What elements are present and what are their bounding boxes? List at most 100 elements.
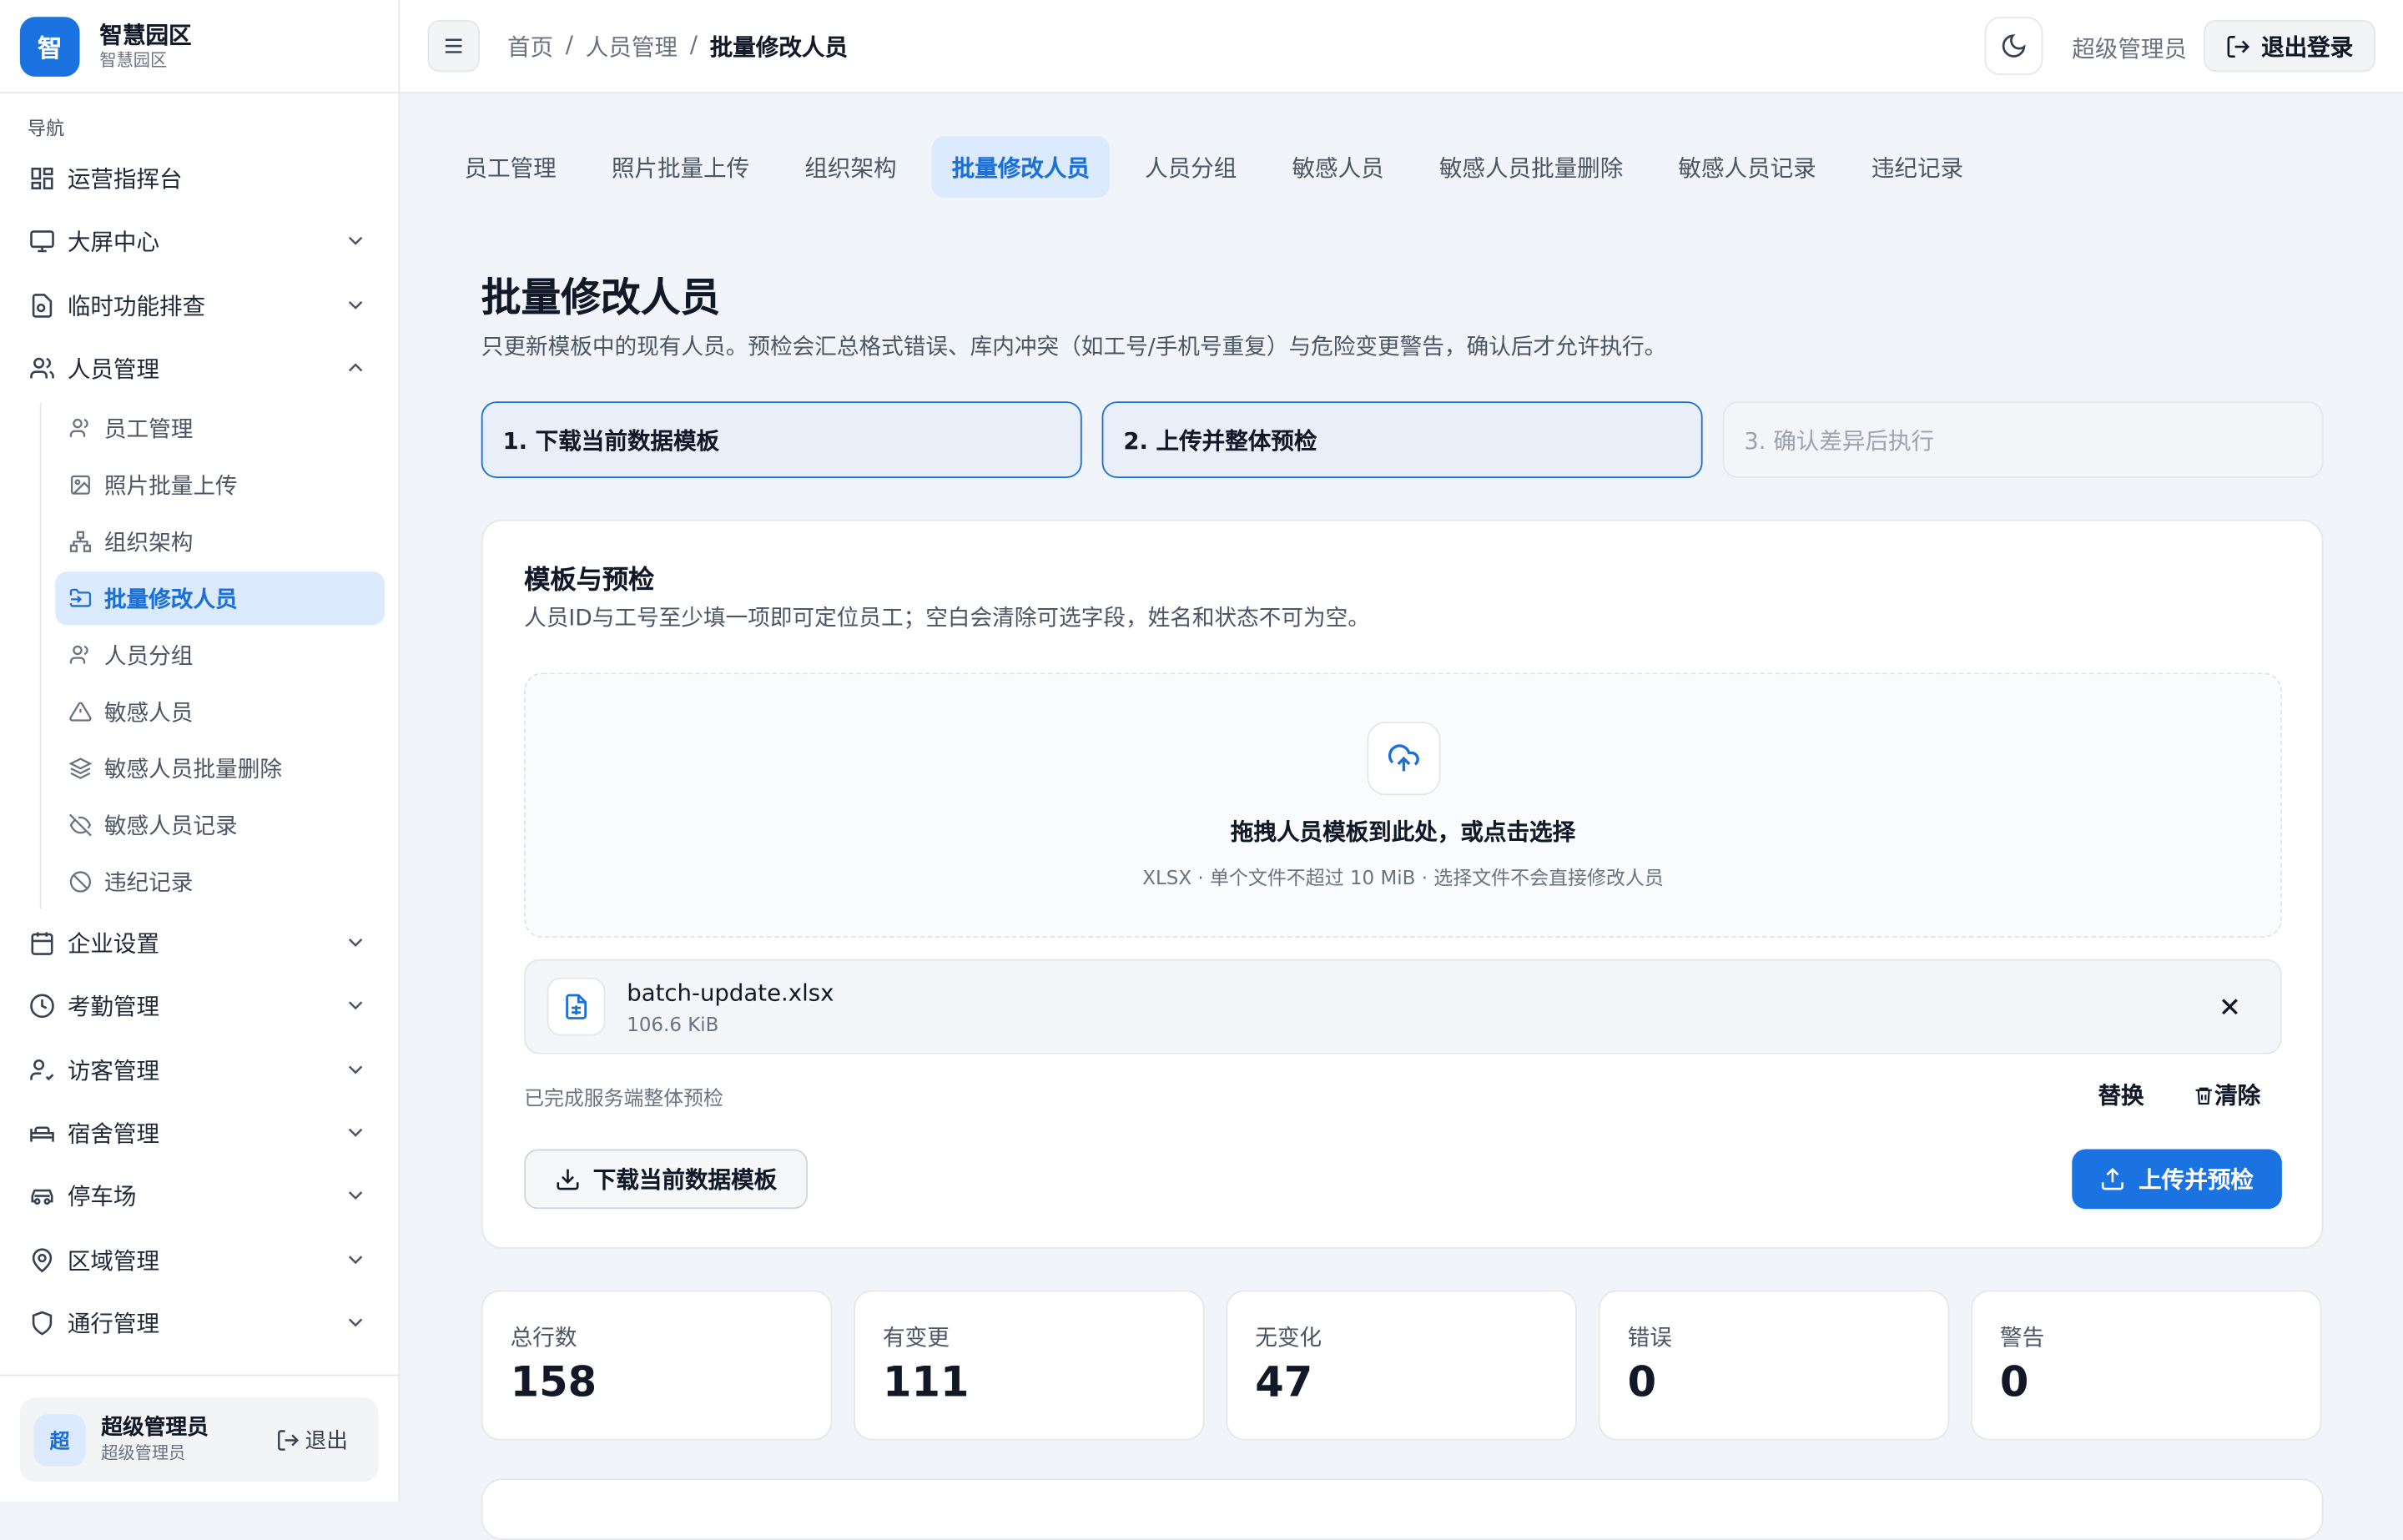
breadcrumb-personnel[interactable]: 人员管理 [586, 31, 678, 63]
tab-photo-upload[interactable]: 照片批量上传 [592, 136, 769, 197]
calendar-icon [28, 929, 55, 956]
nav-item-area[interactable]: 区域管理 [15, 1232, 383, 1287]
nav-caption: 导航 [28, 118, 65, 140]
folder-input-icon [68, 586, 92, 611]
download-icon [557, 1169, 579, 1190]
diff-card [481, 1478, 2324, 1540]
nav-item-label: 停车场 [67, 1182, 137, 1210]
sub-item-label: 照片批量上传 [103, 475, 238, 500]
sub-item-label: 批量修改人员 [103, 588, 238, 613]
template-card: 模板与预检 人员ID与工号至少填一项即可定位员工；空白会清除可选字段，姓名和状态… [481, 519, 2324, 1249]
brand[interactable]: 智 智慧园区 智慧园区 [0, 0, 399, 94]
stat-label: 无变化 [1255, 1326, 1322, 1351]
tab-org[interactable]: 组织架构 [784, 136, 916, 197]
sidebar-item-photo-upload[interactable]: 照片批量上传 [55, 458, 385, 511]
tab-sensitive-delete[interactable]: 敏感人员批量删除 [1419, 136, 1643, 197]
sidebar-item-groups[interactable]: 人员分组 [55, 628, 385, 682]
stat-label: 总行数 [510, 1326, 577, 1351]
nav-item-label: 运营指挥台 [67, 164, 183, 193]
sidebar-logout-button[interactable]: 退出 [276, 1425, 348, 1456]
tab-sensitive-records[interactable]: 敏感人员记录 [1659, 136, 1836, 197]
step-upload[interactable]: 2. 上传并整体预检 [1101, 401, 1703, 479]
chevron-down-icon [348, 300, 363, 310]
spreadsheet-file-icon [547, 977, 606, 1036]
download-template-button[interactable]: 下载当前数据模板 [524, 1149, 808, 1210]
nav-item-label: 宿舍管理 [67, 1119, 160, 1147]
chevron-down-icon [348, 1128, 363, 1137]
stat-value: 111 [882, 1359, 970, 1407]
alert-triangle-icon [68, 699, 92, 723]
nav-item-label: 考勤管理 [67, 992, 160, 1020]
close-icon[interactable] [2216, 993, 2244, 1020]
stat-label: 有变更 [882, 1326, 950, 1351]
menu-toggle-button[interactable] [427, 19, 480, 73]
sidebar-item-sensitive-records[interactable]: 敏感人员记录 [55, 798, 385, 852]
tab-violations[interactable]: 违纪记录 [1851, 136, 1983, 197]
sidebar-item-batch-edit[interactable]: 批量修改人员 [55, 571, 385, 626]
step-execute[interactable]: 3. 确认差异后执行 [1722, 401, 2324, 479]
sidebar-item-violations[interactable]: 违纪记录 [55, 855, 385, 908]
logout-icon [2228, 35, 2250, 58]
sidebar-item-employees[interactable]: 员工管理 [55, 401, 385, 455]
stat-changed: 有变更 111 [854, 1290, 1205, 1441]
nav-item-access[interactable]: 通行管理 [15, 1295, 383, 1350]
replace-button[interactable]: 替换 [2098, 1079, 2144, 1111]
stat-label: 错误 [1627, 1326, 1672, 1351]
chevron-down-icon [348, 1001, 363, 1010]
page-title: 批量修改人员 [481, 275, 721, 322]
precheck-status: 已完成服务端整体预检 [524, 1088, 723, 1111]
file-size: 106.6 KiB [627, 1013, 719, 1036]
nav-item-ops[interactable]: 运营指挥台 [15, 150, 383, 205]
upload-icon [2102, 1167, 2124, 1190]
sub-item-label: 敏感人员批量删除 [103, 758, 282, 783]
dropzone-title: 拖拽人员模板到此处，或点击选择 [1230, 818, 1576, 846]
upload-label: 上传并预检 [2139, 1165, 2254, 1194]
file-name: batch-update.xlsx [627, 979, 834, 1007]
card-description: 人员ID与工号至少填一项即可定位员工；空白会清除可选字段，姓名和状态不可为空。 [524, 606, 1370, 632]
nav-item-temp[interactable]: 临时功能排查 [15, 277, 383, 332]
tab-sensitive[interactable]: 敏感人员 [1272, 136, 1404, 197]
tab-employees[interactable]: 员工管理 [445, 136, 577, 197]
dashboard-icon [28, 164, 55, 192]
eye-off-icon [68, 813, 92, 837]
nav-item-attendance[interactable]: 考勤管理 [15, 978, 383, 1033]
clear-button[interactable]: 清除 [2193, 1079, 2260, 1111]
nav-item-label: 访客管理 [67, 1056, 160, 1085]
sidebar-item-sensitive[interactable]: 敏感人员 [55, 685, 385, 738]
selected-file: batch-update.xlsx 106.6 KiB [524, 959, 2282, 1054]
car-icon [28, 1181, 55, 1209]
upload-precheck-button[interactable]: 上传并预检 [2072, 1149, 2282, 1210]
file-dropzone[interactable]: 拖拽人员模板到此处，或点击选择 XLSX · 单个文件不超过 10 MiB · … [524, 672, 2282, 939]
sub-item-label: 人员分组 [103, 645, 194, 670]
brand-title: 智慧园区 [99, 20, 192, 48]
clear-label: 清除 [2214, 1081, 2261, 1110]
nav-item-label: 企业设置 [67, 929, 160, 958]
breadcrumb-home[interactable]: 首页 [507, 31, 553, 63]
nav-item-dorm[interactable]: 宿舍管理 [15, 1105, 383, 1160]
tab-groups[interactable]: 人员分组 [1125, 136, 1257, 197]
nav-item-enterprise[interactable]: 企业设置 [15, 915, 383, 970]
chevron-up-icon [348, 363, 363, 372]
sub-item-label: 敏感人员 [103, 702, 194, 727]
monitor-icon [28, 227, 55, 254]
cloud-upload-icon [1367, 722, 1441, 796]
avatar: 超 [33, 1413, 86, 1466]
sidebar-logout-label: 退出 [305, 1429, 348, 1455]
nav-item-parking[interactable]: 停车场 [15, 1168, 383, 1223]
logout-button[interactable]: 退出登录 [2204, 19, 2375, 73]
nav-item-visitors[interactable]: 访客管理 [15, 1042, 383, 1097]
stat-unchanged: 无变化 47 [1226, 1290, 1577, 1441]
nav-item-personnel[interactable]: 人员管理 [15, 340, 383, 395]
tab-batch-edit[interactable]: 批量修改人员 [931, 136, 1110, 198]
sidebar-item-org[interactable]: 组织架构 [55, 515, 385, 568]
sidebar-user-card: 超 超级管理员 超级管理员 退出 [19, 1397, 379, 1482]
stat-value: 0 [1627, 1359, 1657, 1407]
sidebar-item-sensitive-delete[interactable]: 敏感人员批量删除 [55, 742, 385, 795]
theme-toggle-button[interactable] [1984, 17, 2043, 75]
step-download[interactable]: 1. 下载当前数据模板 [481, 401, 1082, 479]
nav-item-label: 大屏中心 [67, 227, 160, 255]
submenu-guide-line [39, 403, 42, 909]
breadcrumb-separator: / [565, 30, 574, 58]
user-name: 超级管理员 [101, 1416, 209, 1441]
nav-item-screen[interactable]: 大屏中心 [15, 213, 383, 268]
